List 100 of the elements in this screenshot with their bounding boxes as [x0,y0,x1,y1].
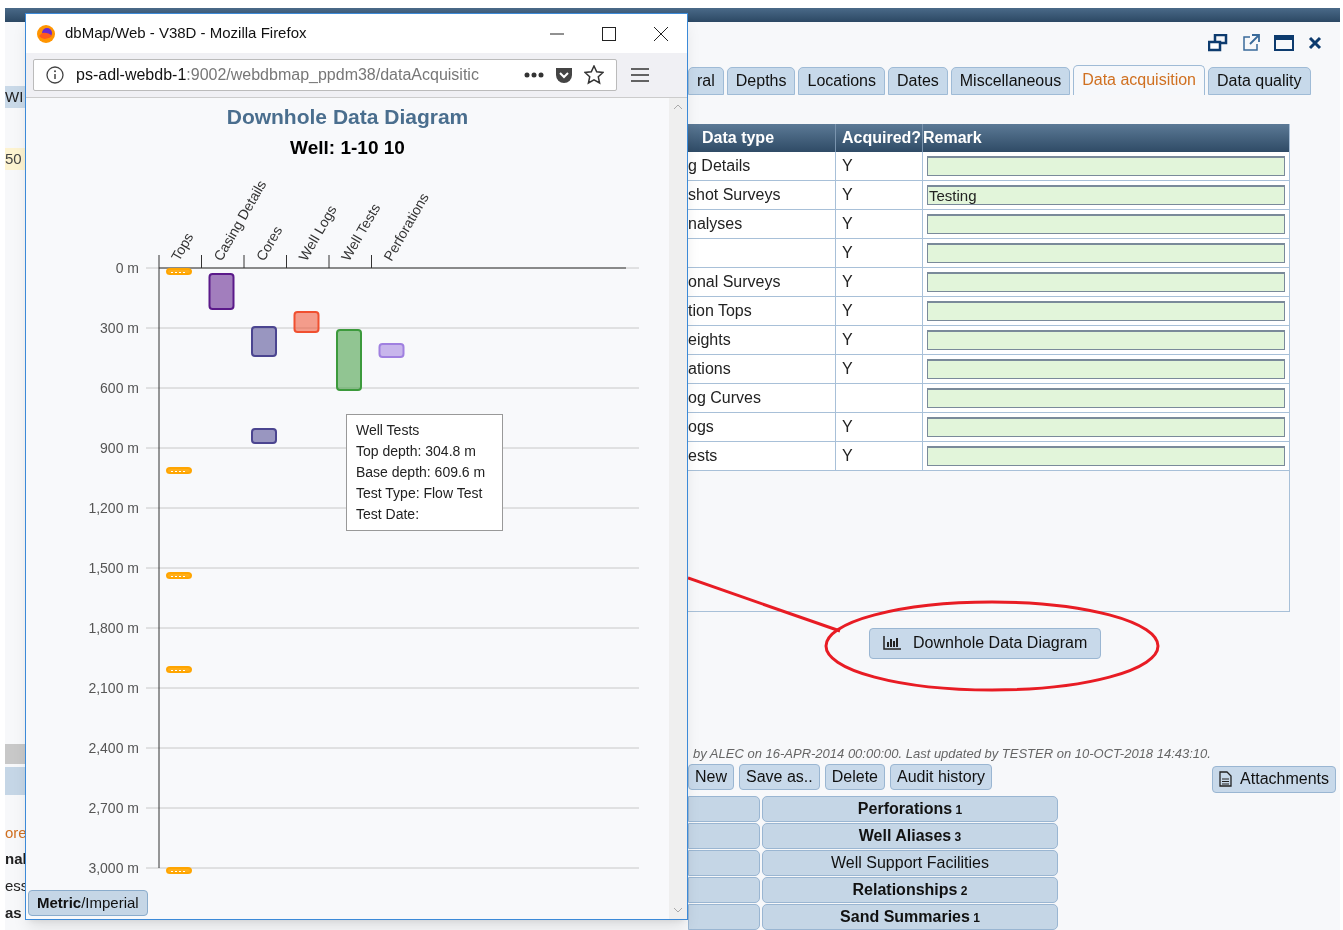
well-subtitle: Well: 1-10 10 [290,136,405,160]
depth-tick-label: 3,000 m [88,860,139,876]
diagram-title: Downhole Data Diagram [226,104,469,130]
top-marker[interactable] [166,268,192,275]
tab[interactable]: Dates [888,66,948,95]
url-text: ps-adl-webdb-1:9002/webdbmap_ppdm38/dataAcquisitic [76,65,480,85]
depth-tick-label: 1,200 m [88,500,139,516]
interval-bar[interactable] [293,311,320,333]
depth-tick-label: 1,500 m [88,560,139,576]
interval-bar[interactable] [251,428,277,444]
table-cell: Y [835,413,922,442]
remark-field[interactable] [927,417,1285,438]
remark-field[interactable] [927,301,1285,322]
remark-field[interactable] [927,446,1285,467]
table-cell-text: eights [688,330,732,351]
table-cell-text: ests [688,446,719,467]
remark-field[interactable]: Testing [927,185,1285,206]
interval-bar[interactable] [251,326,277,357]
scroll-up-icon[interactable] [673,104,683,110]
tab[interactable]: Locations [798,66,885,95]
maximize-icon[interactable] [602,26,616,41]
maximize-icon[interactable] [1274,35,1294,52]
remark-field[interactable] [927,330,1285,351]
scrollbar[interactable] [669,98,687,919]
depth-tick-label: 300 m [100,320,139,336]
top-marker[interactable] [166,867,192,874]
related-item-button[interactable]: Well Support Facilities [762,850,1058,876]
scroll-down-icon[interactable] [673,907,683,913]
table-cell-text: shot Surveys [688,185,782,206]
tab[interactable]: Miscellaneous [950,66,1071,95]
panel-tab-strip [5,767,25,795]
attachments-button[interactable]: Attachments [1212,766,1336,793]
remark-field[interactable] [927,272,1285,293]
related-item-button[interactable]: Sand Summaries 1 [762,904,1058,930]
top-marker[interactable] [166,572,192,579]
pocket-icon[interactable] [554,65,574,85]
remark-field[interactable] [927,359,1285,380]
diagram-button[interactable]: Downhole Data Diagram [869,628,1102,659]
table-cell-text: g Details [688,156,752,177]
menu-icon[interactable] [631,67,649,83]
depth-tick-label: 900 m [100,440,139,456]
panel-header-strip [5,744,25,764]
depth-tick-label: 0 m [115,260,139,276]
table-cell-text: nalyses [688,214,744,235]
table-cell: Y [835,442,922,471]
tooltip-line: Well Tests [356,421,421,440]
depth-tick-label: 600 m [100,380,139,396]
address-bar[interactable]: ps-adl-webdb-1:9002/webdbmap_ppdm38/dataAcquisitic [33,59,617,91]
action-button[interactable]: New [688,764,734,791]
cut-off-label: ore [5,823,27,843]
action-button[interactable]: Save as.. [739,764,820,791]
tab[interactable]: Depths [726,66,796,95]
close-icon[interactable] [654,26,668,41]
related-item-button[interactable]: Relationships 2 [762,877,1058,903]
table-cell-text: og Curves [688,388,762,409]
tab[interactable]: Data quality [1208,66,1311,95]
table-cell: Y [835,210,922,239]
remark-field[interactable] [927,156,1285,177]
remark-field[interactable] [927,388,1285,409]
table-cell: Y [835,297,922,326]
related-item-button[interactable]: Perforations 1 [762,796,1058,822]
depth-tick-label: 2,400 m [88,740,139,756]
star-icon[interactable] [584,65,604,85]
tooltip-line: Test Type: Flow Test [356,484,484,503]
window-title: dbMap/Web - V38D - Mozilla Firefox [65,23,307,44]
more-icon[interactable] [524,72,544,78]
tab[interactable]: ral [688,66,724,95]
depth-tick-label: 1,800 m [88,620,139,636]
audit-info: by ALEC on 16-APR-2014 00:00:00. Last updated by TESTER on 10-OCT-2018 14:43:10. [693,746,1212,762]
top-marker[interactable] [166,467,192,474]
table-cell: Y [835,268,922,297]
table-cell: Y [835,239,922,268]
related-item-button[interactable]: Well Aliases 3 [762,823,1058,849]
interval-bar[interactable] [378,343,405,358]
depth-tick-label: 2,100 m [88,680,139,696]
action-button[interactable]: Audit history [889,764,992,791]
table-cell: Y [835,152,922,181]
depth-tick-label: 2,700 m [88,800,139,816]
table-cell-text: ations [688,359,732,380]
action-button[interactable]: Delete [824,764,885,791]
table-cell-text: ogs [688,417,715,438]
info-icon[interactable] [46,66,64,84]
cut-off-label: WI [5,86,28,108]
unit-toggle-button[interactable]: Metric/Imperial [28,890,148,916]
remark-field[interactable] [927,243,1285,264]
tooltip-line: Test Date: [356,505,421,524]
restore-icon[interactable] [1208,34,1228,53]
bar-chart-icon [883,636,901,651]
close-icon[interactable] [1308,36,1322,51]
cut-off-label: as [5,903,22,923]
external-link-icon[interactable] [1242,34,1260,53]
table-cell: Y [835,355,922,384]
column-header: Data type [701,128,776,149]
app-logo-icon [36,23,56,44]
table-cell: Y [835,181,922,210]
table-cell-text: onal Surveys [688,272,782,293]
remark-field[interactable] [927,214,1285,235]
interval-bar[interactable] [208,273,235,310]
tooltip-line: Top depth: 304.8 m [356,442,477,461]
top-marker[interactable] [166,666,192,673]
